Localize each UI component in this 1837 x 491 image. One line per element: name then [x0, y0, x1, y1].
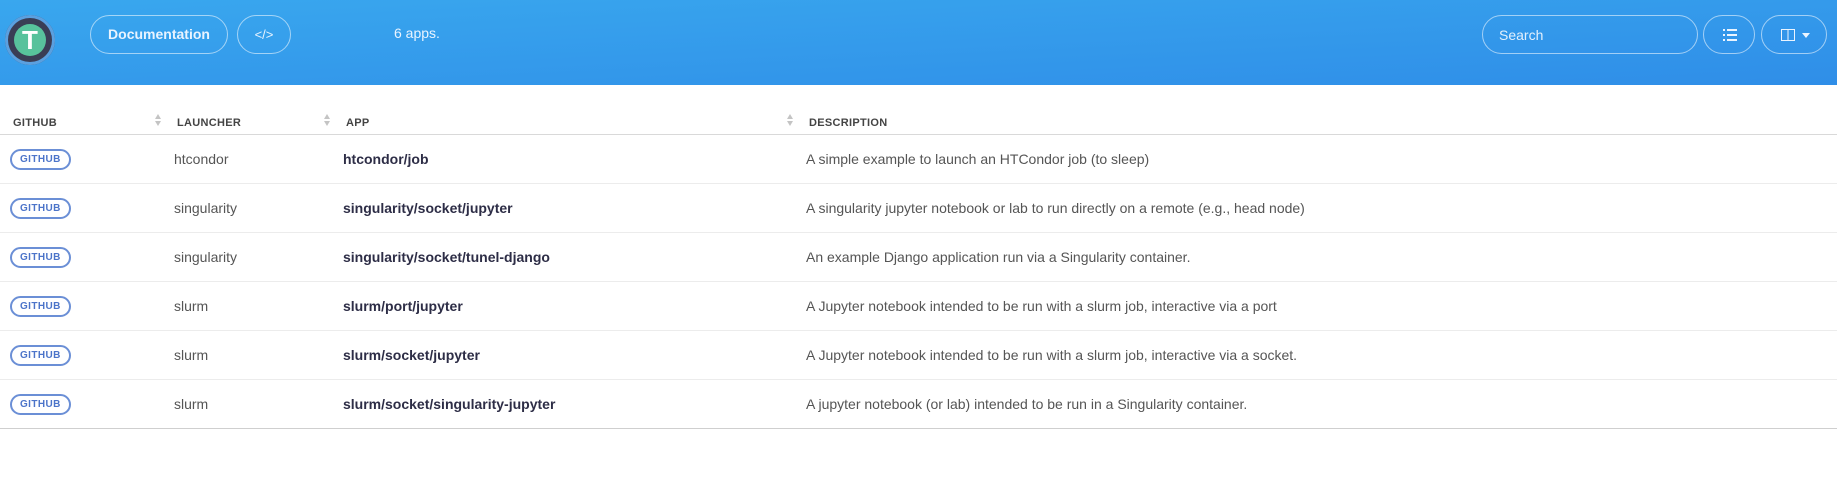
apps-table: GITHUB LAUNCHER APP DESCRIPTION GITHUB h…: [0, 85, 1837, 429]
table-row: GITHUB slurm slurm/socket/singularity-ju…: [0, 379, 1837, 429]
description-cell: A jupyter notebook (or lab) intended to …: [796, 379, 1837, 429]
launcher-cell: slurm: [164, 379, 333, 429]
app-name-cell: htcondor/job: [333, 134, 796, 184]
app-name-cell: slurm/socket/singularity-jupyter: [333, 379, 796, 429]
app-name-cell: slurm/socket/jupyter: [333, 330, 796, 380]
app-name-cell: singularity/socket/tunel-django: [333, 232, 796, 282]
description-cell: A Jupyter notebook intended to be run wi…: [796, 330, 1837, 380]
columns-icon: [1781, 29, 1795, 41]
list-view-button[interactable]: [1703, 15, 1755, 54]
app-name-cell: slurm/port/jupyter: [333, 281, 796, 331]
github-badge-link[interactable]: GITHUB: [10, 344, 71, 366]
column-header-description: DESCRIPTION: [796, 85, 1837, 135]
github-badge-link[interactable]: GITHUB: [10, 393, 71, 415]
top-header: T Documentation </> 6 apps.: [0, 0, 1837, 85]
description-cell: A simple example to launch an HTCondor j…: [796, 134, 1837, 184]
app-count: 6 apps.: [394, 25, 440, 41]
launcher-cell: singularity: [164, 183, 333, 233]
github-badge-link[interactable]: GITHUB: [10, 246, 71, 268]
launcher-cell: singularity: [164, 232, 333, 282]
column-header-label: LAUNCHER: [177, 117, 242, 129]
column-header-github[interactable]: GITHUB: [0, 85, 164, 135]
github-badge-link[interactable]: GITHUB: [10, 197, 71, 219]
description-cell: A singularity jupyter notebook or lab to…: [796, 183, 1837, 233]
launcher-cell: slurm: [164, 330, 333, 380]
caret-down-icon: [1802, 33, 1810, 38]
launcher-cell: slurm: [164, 281, 333, 331]
table-header-row: GITHUB LAUNCHER APP DESCRIPTION: [0, 85, 1837, 135]
column-header-app[interactable]: APP: [333, 85, 796, 135]
app-name-cell: singularity/socket/jupyter: [333, 183, 796, 233]
column-header-label: GITHUB: [13, 117, 57, 129]
list-icon: [1723, 29, 1737, 41]
columns-toggle-button[interactable]: [1761, 15, 1827, 54]
code-button[interactable]: </>: [237, 15, 291, 54]
table-row: GITHUB singularity singularity/socket/ju…: [0, 183, 1837, 233]
table-row: GITHUB singularity singularity/socket/tu…: [0, 232, 1837, 282]
sort-icon[interactable]: [786, 112, 794, 128]
column-header-launcher[interactable]: LAUNCHER: [164, 85, 333, 135]
description-cell: A Jupyter notebook intended to be run wi…: [796, 281, 1837, 331]
search-input[interactable]: [1482, 15, 1698, 54]
app-logo[interactable]: T: [5, 15, 55, 65]
column-header-label: DESCRIPTION: [809, 117, 888, 129]
launcher-cell: htcondor: [164, 134, 333, 184]
sort-icon[interactable]: [323, 112, 331, 128]
table-row: GITHUB htcondor htcondor/job A simple ex…: [0, 134, 1837, 184]
documentation-button[interactable]: Documentation: [90, 15, 228, 54]
table-row: GITHUB slurm slurm/port/jupyter A Jupyte…: [0, 281, 1837, 331]
description-cell: An example Django application run via a …: [796, 232, 1837, 282]
sort-icon[interactable]: [154, 112, 162, 128]
github-badge-link[interactable]: GITHUB: [10, 295, 71, 317]
logo-letter: T: [14, 24, 46, 56]
table-row: GITHUB slurm slurm/socket/jupyter A Jupy…: [0, 330, 1837, 380]
github-badge-link[interactable]: GITHUB: [10, 148, 71, 170]
column-header-label: APP: [346, 117, 370, 129]
